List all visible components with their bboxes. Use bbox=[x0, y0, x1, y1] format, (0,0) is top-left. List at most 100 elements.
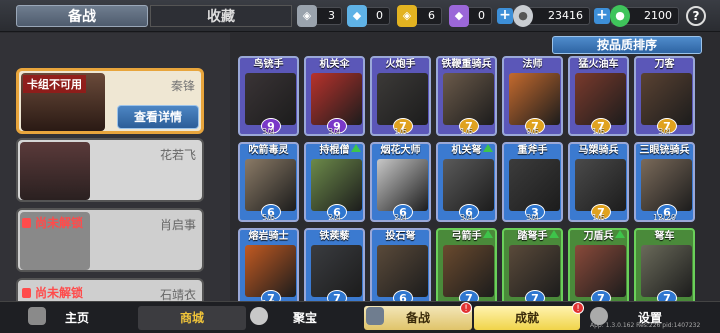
unit-card[interactable]: 法师 7 0/6 bbox=[502, 56, 563, 136]
blue-crystal-value: 0 bbox=[376, 9, 383, 22]
silver-coin-icon: ● bbox=[513, 5, 533, 27]
unit-card-count: 1/6 bbox=[592, 127, 605, 136]
purple-crystal-counter: ◆ 0 bbox=[449, 5, 492, 27]
upgrade-arrow-icon bbox=[549, 230, 559, 238]
unit-card[interactable]: 重斧手 3 3/4 bbox=[502, 142, 563, 222]
jade-counter: ● 2100 bbox=[610, 5, 679, 27]
coin-counter: ● 23416 bbox=[513, 5, 590, 27]
unit-card[interactable]: 持棍僧 6 2/4 bbox=[304, 142, 365, 222]
unit-card[interactable]: 投石弩 6 bbox=[370, 228, 431, 308]
unit-card-count: 3/4 bbox=[658, 127, 671, 136]
coin-value: 23416 bbox=[548, 9, 583, 22]
unit-card-count: 12/20 bbox=[652, 213, 677, 222]
purple-crystal-icon: ◆ bbox=[449, 5, 469, 27]
jade-value: 2100 bbox=[644, 9, 672, 22]
top-bar: 备战 收藏 ◈ 3 ◆ 0 ◈ 6 ◆ 0 + ● 23416 + ● 2100… bbox=[0, 0, 720, 32]
green-jade-icon: ● bbox=[610, 5, 630, 27]
unit-name: 铁鞭重骑兵 bbox=[441, 59, 492, 70]
general-card-huaruofei[interactable]: 花若飞 bbox=[16, 138, 204, 202]
unit-card[interactable]: 火炮手 7 1/6 bbox=[370, 56, 431, 136]
silver-medal-counter: ◈ 3 bbox=[297, 5, 342, 27]
general-card-locked-2[interactable]: 尚未解锁 石靖衣 bbox=[16, 278, 204, 302]
unit-card[interactable]: 熔岩骑士71/6 bbox=[238, 228, 299, 308]
general-card-selected[interactable]: 卡组不可用 秦锋 查看详情 bbox=[16, 68, 204, 134]
unit-name: 三眼铳骑兵 bbox=[639, 145, 690, 156]
blue-crystal-counter: ◆ 0 bbox=[347, 5, 390, 27]
nav-home[interactable]: 主页 bbox=[22, 306, 132, 330]
general-card-locked-1[interactable]: 尚未解锁 肖启事 bbox=[16, 208, 204, 272]
unit-card[interactable]: 刀盾兵 7 bbox=[568, 228, 629, 308]
unit-card-count: 2/4 bbox=[394, 213, 407, 222]
unit-card-count: 3/4 bbox=[328, 127, 341, 136]
tab-beizhan[interactable]: 备战 bbox=[16, 5, 148, 27]
unit-name: 猛火油车 bbox=[578, 59, 619, 70]
general-name: 花若飞 bbox=[159, 148, 196, 162]
unit-card-count: 0/6 bbox=[526, 127, 539, 136]
locked-status: 尚未解锁 bbox=[22, 284, 83, 301]
unit-card-count: 3/4 bbox=[460, 213, 473, 222]
purple-crystal-value: 0 bbox=[478, 9, 485, 22]
sort-by-quality-button[interactable]: 按品质排序 bbox=[552, 36, 702, 54]
nav-achievement[interactable]: 成就 bbox=[474, 306, 580, 330]
unit-card[interactable]: 弩车 7 bbox=[634, 228, 695, 308]
unit-name: 吹箭毒灵 bbox=[248, 145, 289, 156]
unit-card-count: 5/6 bbox=[262, 213, 275, 222]
general-name: 秦锋 bbox=[170, 79, 195, 93]
upgrade-arrow-icon bbox=[483, 144, 493, 152]
unit-card-count: 2/4 bbox=[328, 213, 341, 222]
add-jade-button[interactable]: + bbox=[594, 8, 610, 24]
unit-card[interactable]: 铁鞭重骑兵 7 1/6 bbox=[436, 56, 497, 136]
unit-name: 鸟铳手 bbox=[253, 59, 284, 70]
unit-name: 机关伞 bbox=[319, 59, 350, 70]
prepare-badge: ! bbox=[460, 302, 472, 314]
upgrade-arrow-icon bbox=[483, 230, 493, 238]
unit-card[interactable]: 鸟铳手 9 3/4 bbox=[238, 56, 299, 136]
unit-name: 马槊骑兵 bbox=[578, 145, 619, 156]
unit-card[interactable]: 刀客 7 3/4 bbox=[634, 56, 695, 136]
tab-shoucang[interactable]: 收藏 bbox=[150, 5, 292, 27]
unit-card[interactable]: 弓箭手 7 bbox=[436, 228, 497, 308]
deck-unavailable-warning: 卡组不可用 bbox=[23, 75, 86, 93]
general-name: 肖启事 bbox=[159, 218, 196, 232]
view-details-button[interactable]: 查看详情 bbox=[117, 105, 199, 129]
locked-status: 尚未解锁 bbox=[22, 214, 83, 231]
unit-card[interactable]: 烟花大师 6 2/4 bbox=[370, 142, 431, 222]
unit-card[interactable]: 铁蒺藜 7 bbox=[304, 228, 365, 308]
unit-card[interactable]: 机关伞 9 3/4 bbox=[304, 56, 365, 136]
unit-card-count: 1/6 bbox=[460, 127, 473, 136]
gold-medal-icon: ◈ bbox=[397, 5, 417, 27]
silver-medal-value: 3 bbox=[328, 9, 335, 22]
unit-card[interactable]: 马槊骑兵 7 1/6 bbox=[568, 142, 629, 222]
lock-icon bbox=[22, 288, 31, 298]
unit-card-count: 3/4 bbox=[526, 213, 539, 222]
unit-card-count: 1/6 bbox=[394, 127, 407, 136]
unit-name: 弩车 bbox=[654, 231, 675, 242]
unit-card[interactable]: 机关弩 6 3/4 bbox=[436, 142, 497, 222]
unit-name: 火炮手 bbox=[385, 59, 416, 70]
achievement-badge: ! bbox=[572, 302, 584, 314]
unit-name: 烟花大师 bbox=[380, 145, 421, 156]
blue-crystal-icon: ◆ bbox=[347, 5, 367, 27]
lock-icon bbox=[22, 218, 31, 228]
unit-card-count: 1/6 bbox=[592, 213, 605, 222]
unit-card[interactable]: 踏弩手 7 bbox=[502, 228, 563, 308]
version-label: App: 1.3.0.162 Res:226 pid:1407232 bbox=[590, 322, 701, 329]
silver-medal-icon: ◈ bbox=[297, 5, 317, 27]
help-button[interactable]: ? bbox=[686, 6, 706, 26]
nav-shop[interactable]: 商城 bbox=[138, 306, 246, 330]
upgrade-arrow-icon bbox=[351, 144, 361, 152]
unit-name: 刀客 bbox=[654, 59, 675, 70]
unit-card[interactable]: 吹箭毒灵 6 5/6 bbox=[238, 142, 299, 222]
cards-icon bbox=[366, 307, 384, 325]
upgrade-arrow-icon bbox=[615, 230, 625, 238]
general-portrait bbox=[20, 142, 90, 200]
unit-name: 重斧手 bbox=[517, 145, 548, 156]
gold-medal-counter: ◈ 6 bbox=[397, 5, 442, 27]
unit-name: 熔岩骑士 bbox=[248, 231, 289, 242]
nav-treasure[interactable]: 聚宝 bbox=[250, 306, 360, 330]
unit-card[interactable]: 猛火油车 7 1/6 bbox=[568, 56, 629, 136]
unit-name: 铁蒺藜 bbox=[319, 231, 350, 242]
gold-medal-value: 6 bbox=[428, 9, 435, 22]
add-coin-button[interactable]: + bbox=[497, 8, 513, 24]
unit-card[interactable]: 三眼铳骑兵 6 12/20 bbox=[634, 142, 695, 222]
